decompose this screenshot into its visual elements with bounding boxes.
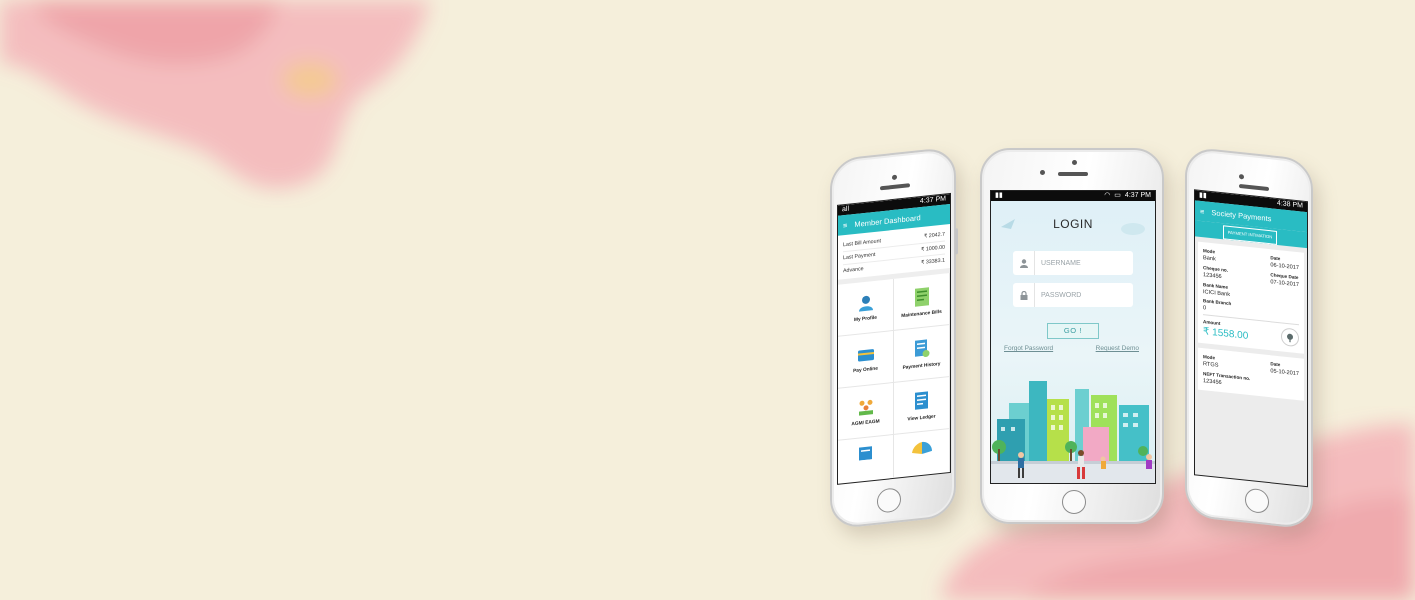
phone-dashboard: all 4:37 PM ≡ Member Dashboard Last Bill… <box>830 146 958 530</box>
city-illustration <box>991 381 1155 483</box>
tile-partial[interactable] <box>838 434 894 485</box>
tile-payment-history[interactable]: Payment History <box>894 325 950 383</box>
tile-label: AGM/ EAGM <box>851 418 880 427</box>
speaker-grille <box>1239 183 1269 192</box>
tile-label: View Ledger <box>907 414 936 422</box>
hamburger-icon[interactable]: ≡ <box>843 220 847 229</box>
amount-field: Amount ₹ 1558.00 <box>1203 319 1248 342</box>
login-title: LOGIN <box>1053 217 1093 231</box>
summary-value: ₹ 33383.1 <box>921 257 945 267</box>
login-screen: ▮▮ ◠ ▭ 4:37 PM LOGIN USERNAME PASSWORD G… <box>990 190 1156 484</box>
payments-screen: ▮▮ 4:38 PM ≡ Society Payments PAYMENT IN… <box>1194 189 1308 488</box>
tile-label: Pay Online <box>853 366 878 374</box>
summary-label: Last Payment <box>843 251 876 262</box>
status-bar: ▮▮ ◠ ▭ 4:37 PM <box>991 191 1155 201</box>
tile-agm-eagm[interactable]: AGM/ EAGM <box>838 382 894 441</box>
tile-maintenance-bills[interactable]: Maintenance Bills <box>894 273 950 331</box>
mode-field: Mode RTGS <box>1203 354 1218 369</box>
username-field[interactable]: USERNAME <box>1013 251 1133 275</box>
lock-icon <box>1013 283 1035 307</box>
history-icon <box>914 338 929 357</box>
speaker-grille <box>880 183 910 191</box>
power-button <box>955 228 958 255</box>
payment-card: Mode RTGS Date 05-10-2017 NEFT Transacti… <box>1198 347 1304 401</box>
status-icons-right: ◠ ▭ 4:37 PM <box>1104 191 1151 201</box>
forgot-password-link[interactable]: Forgot Password <box>1004 345 1053 352</box>
signal-icon: ▮▮ <box>1199 191 1207 200</box>
date-field: Date 06-10-2017 <box>1270 255 1299 271</box>
phone-payments: ▮▮ 4:38 PM ≡ Society Payments PAYMENT IN… <box>1185 146 1313 530</box>
tile-view-ledger[interactable]: View Ledger <box>894 377 950 435</box>
mode-label: Mode <box>1203 248 1215 255</box>
summary-label: Advance <box>843 266 864 275</box>
wifi-icon: ◠ <box>1104 192 1111 199</box>
cheque-date-value: 07-10-2017 <box>1270 279 1299 289</box>
password-field[interactable]: PASSWORD <box>1013 283 1133 307</box>
go-button[interactable]: GO ! <box>1047 323 1099 339</box>
request-demo-link[interactable]: Request Demo <box>1096 345 1139 352</box>
hamburger-icon[interactable]: ≡ <box>1200 206 1204 215</box>
home-button[interactable] <box>1245 487 1269 515</box>
menu-grid: My Profile Maintenance Bills Pay Online <box>838 273 950 485</box>
cheque-date-field: Cheque Date 07-10-2017 <box>1270 272 1299 288</box>
ledger-icon <box>914 390 928 410</box>
signal-icon: ▮▮ <box>995 192 1003 199</box>
speaker-grille <box>1058 172 1088 176</box>
app-bar-title: Society Payments <box>1211 207 1272 223</box>
profile-icon <box>858 295 873 312</box>
meeting-icon <box>858 399 873 416</box>
front-camera <box>1239 173 1244 180</box>
front-camera <box>892 174 897 181</box>
tile-label: Payment History <box>902 361 941 371</box>
mode-field: Mode Bank <box>1203 248 1216 262</box>
mode-label: Mode <box>1203 354 1215 361</box>
password-placeholder: PASSWORD <box>1041 291 1082 299</box>
pie-chart-icon <box>911 442 932 455</box>
tile-partial[interactable] <box>894 429 950 485</box>
summary-label: Last Bill Amount <box>843 238 881 249</box>
tree-action-button[interactable] <box>1281 327 1299 348</box>
payment-card: Mode Bank Date 06-10-2017 Cheque no. 123… <box>1198 241 1304 354</box>
tree-icon <box>1287 333 1293 342</box>
mode-value: Bank <box>1203 255 1216 263</box>
bill-icon <box>914 286 929 307</box>
date-field: Date 05-10-2017 <box>1270 361 1299 377</box>
home-button[interactable] <box>1062 490 1086 514</box>
tile-label: My Profile <box>854 315 877 323</box>
summary-value: ₹ 1000.00 <box>921 244 945 254</box>
amount-value: ₹ 1558.00 <box>1203 326 1249 342</box>
document-icon <box>858 446 872 461</box>
summary-value: ₹ 2042.7 <box>923 231 945 240</box>
app-bar-title: Member Dashboard <box>854 212 921 229</box>
user-icon <box>1013 251 1035 275</box>
phone-login: ▮▮ ◠ ▭ 4:37 PM LOGIN USERNAME PASSWORD G… <box>980 148 1164 524</box>
home-button[interactable] <box>877 487 901 514</box>
status-time: 4:37 PM <box>1124 192 1151 199</box>
tile-my-profile[interactable]: My Profile <box>838 278 894 337</box>
cheque-value: 123456 <box>1203 272 1222 281</box>
mode-value: RTGS <box>1203 361 1219 369</box>
username-placeholder: USERNAME <box>1041 259 1081 267</box>
signal-indicator: all <box>842 205 850 214</box>
tile-pay-online[interactable]: Pay Online <box>838 330 894 389</box>
card-icon <box>857 348 874 362</box>
dashboard-screen: all 4:37 PM ≡ Member Dashboard Last Bill… <box>837 192 951 485</box>
front-camera <box>1072 160 1077 165</box>
date-value: 05-10-2017 <box>1270 368 1299 378</box>
proximity-sensor <box>1040 170 1045 175</box>
cheque-field: Cheque no. 123456 <box>1203 265 1228 281</box>
status-icons-left: ▮▮ <box>995 191 1003 201</box>
date-value: 06-10-2017 <box>1270 262 1299 272</box>
tile-label: Maintenance Bills <box>901 309 942 319</box>
battery-icon: ▭ <box>1114 192 1121 199</box>
tab-payment-intimation[interactable]: PAYMENT INTIMATION <box>1223 225 1277 245</box>
